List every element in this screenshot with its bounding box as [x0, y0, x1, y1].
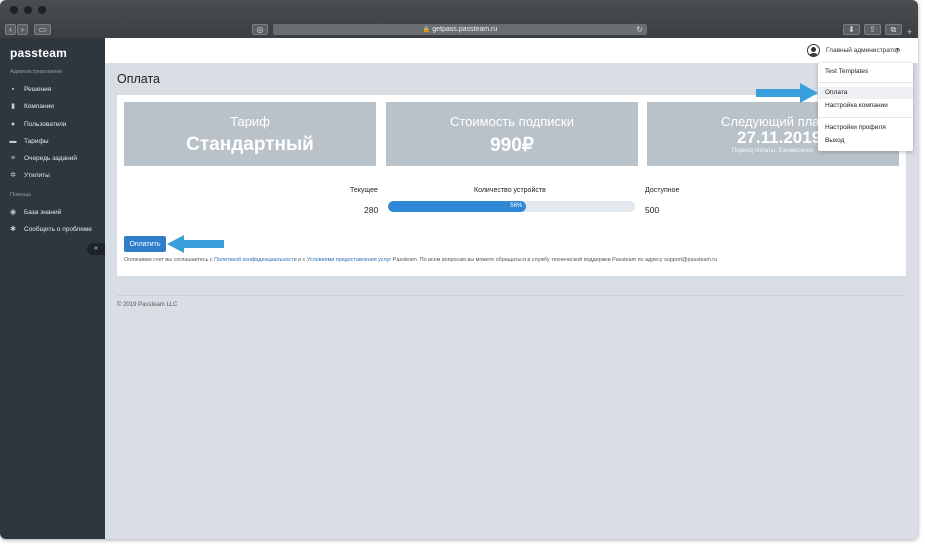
zoom-window-button[interactable]	[38, 6, 46, 14]
privacy-policy-link[interactable]: Политикой конфиденциальности	[214, 257, 296, 263]
users-icon: ●	[10, 121, 16, 128]
plan-tile-title: Тариф	[230, 114, 270, 129]
browser-titlebar: ‹ › ▭ ◎ 🔒 getpass.passteam.ru ↻ ⬇ ⇪ ⧉ +	[0, 0, 918, 38]
subscription-tile: Стоимость подписки 990₽	[386, 102, 638, 166]
user-menu[interactable]: Главный администратор ▼	[807, 44, 914, 58]
logo[interactable]: passteam	[10, 46, 67, 60]
sidebar-item-knowledge-base[interactable]: ◉ База знаний	[0, 206, 105, 220]
terms-of-service-link[interactable]: Условиями предоставления услуг	[307, 257, 391, 263]
sidebar-item-utilities[interactable]: ✲ Утилиты	[0, 169, 105, 183]
devices-label: Количество устройств	[474, 187, 546, 194]
gear-icon: ✲	[10, 172, 16, 179]
collapse-sidebar-button[interactable]: «	[87, 243, 105, 255]
card-icon: ▬	[9, 138, 17, 145]
subscription-tile-value: 990₽	[490, 135, 534, 156]
menu-item-test-templates[interactable]: Test Templates	[818, 66, 913, 78]
menu-item-logout[interactable]: Выход	[818, 135, 913, 147]
building-icon: ▮	[11, 103, 15, 110]
sidebar-item-label: Решения	[24, 86, 52, 93]
menu-divider	[818, 117, 913, 118]
terms-before: Оплачивая счет вы соглашаетесь с	[124, 257, 215, 263]
sidebar-item-tariffs[interactable]: ▬ Тарифы	[0, 135, 105, 149]
devices-progress-bar: 56%	[388, 201, 635, 212]
share-icon[interactable]: ⇪	[864, 24, 881, 35]
payment-card: Тариф Стандартный Стоимость подписки 990…	[117, 95, 906, 276]
page-title: Оплата	[117, 72, 160, 86]
caret-down-icon: ▼	[895, 47, 900, 53]
pay-button[interactable]: Оплатить	[124, 236, 166, 252]
sidebar-heading-help: Помощь	[10, 192, 32, 198]
menu-item-company-settings[interactable]: Настройка компании	[818, 100, 913, 112]
page: ‹ › ▭ ◎ 🔒 getpass.passteam.ru ↻ ⬇ ⇪ ⧉ + p…	[0, 0, 925, 544]
shield-icon[interactable]: ◎	[252, 24, 268, 35]
menu-item-payment[interactable]: Оплата	[818, 87, 913, 99]
terms-middle: и с	[296, 257, 307, 263]
url-text: getpass.passteam.ru	[432, 26, 498, 33]
sidebar-item-label: Тарифы	[24, 138, 49, 145]
briefcase-icon: ▪	[11, 86, 15, 93]
top-navbar: Главный администратор ▼	[105, 38, 918, 63]
sidebar-item-label: Пользователи	[24, 121, 67, 128]
user-name: Главный администратор	[826, 47, 900, 54]
sidebar-item-label: Очередь заданий	[24, 155, 77, 162]
reload-icon[interactable]: ↻	[636, 24, 643, 35]
list-icon: ≡	[10, 155, 16, 162]
sidebar-item-label: Утилиты	[24, 172, 50, 179]
sidebar-item-label: Компании	[24, 103, 54, 110]
copyright: © 2019 Passteam LLC	[117, 302, 178, 308]
main-content: Главный администратор ▼ Оплата Тариф Ста…	[105, 38, 918, 539]
new-tab-icon[interactable]: +	[907, 27, 912, 37]
terms-after: Passteam. По всем вопросам вы можете обр…	[391, 257, 718, 263]
current-label: Текущее	[350, 187, 378, 194]
sidebar-item-report-problem[interactable]: ✱ Сообщить о проблеме	[0, 223, 105, 237]
close-window-button[interactable]	[10, 6, 18, 14]
plan-tile: Тариф Стандартный	[124, 102, 376, 166]
lock-icon: 🔒	[422, 27, 431, 33]
annotation-arrow-right-icon	[756, 83, 818, 103]
address-bar[interactable]: 🔒 getpass.passteam.ru ↻	[273, 24, 647, 35]
lifebuoy-icon: ◉	[9, 209, 17, 216]
subscription-tile-title: Стоимость подписки	[449, 114, 574, 129]
plan-tile-value: Стандартный	[186, 134, 314, 155]
annotation-arrow-left-icon	[167, 235, 224, 253]
available-label: Доступное	[645, 187, 680, 194]
avatar	[807, 44, 820, 57]
bug-icon: ✱	[10, 226, 16, 233]
current-value: 280	[364, 205, 379, 215]
terms-text: Оплачивая счет вы соглашаетесь с Политик…	[124, 257, 717, 263]
user-dropdown-menu: Test Templates Оплата Настройка компании…	[818, 63, 913, 151]
sidebar-item-users[interactable]: ● Пользователи	[0, 118, 105, 132]
tabs-icon[interactable]: ⧉	[885, 24, 902, 35]
sidebar-item-label: Сообщить о проблеме	[24, 226, 92, 233]
sidebar-item-label: База знаний	[24, 209, 62, 216]
footer-divider	[117, 295, 906, 296]
sidebar-item-companies[interactable]: ▮ Компании	[0, 100, 105, 114]
sidebar-item-solutions[interactable]: ▪ Решения	[0, 83, 105, 97]
minimize-window-button[interactable]	[24, 6, 32, 14]
sidebar: passteam Администрирование ▪ Решения ▮ К…	[0, 38, 105, 539]
menu-item-profile-settings[interactable]: Настройки профиля	[818, 122, 913, 134]
available-value: 500	[645, 205, 660, 215]
forward-icon[interactable]: ›	[17, 24, 28, 35]
back-icon[interactable]: ‹	[5, 24, 16, 35]
sidebar-heading-admin: Администрирование	[10, 69, 63, 75]
next-payment-tile-value: 27.11.2019	[737, 128, 822, 147]
download-icon[interactable]: ⬇	[843, 24, 860, 35]
devices-progress-fill: 56%	[388, 201, 527, 212]
browser-window: ‹ › ▭ ◎ 🔒 getpass.passteam.ru ↻ ⬇ ⇪ ⧉ + p…	[0, 0, 918, 539]
menu-divider	[818, 82, 913, 83]
payment-period: Период оплаты: Ежемесячно	[732, 148, 814, 154]
sidebar-item-job-queue[interactable]: ≡ Очередь заданий	[0, 152, 105, 166]
sidebar-toggle-icon[interactable]: ▭	[34, 24, 51, 35]
